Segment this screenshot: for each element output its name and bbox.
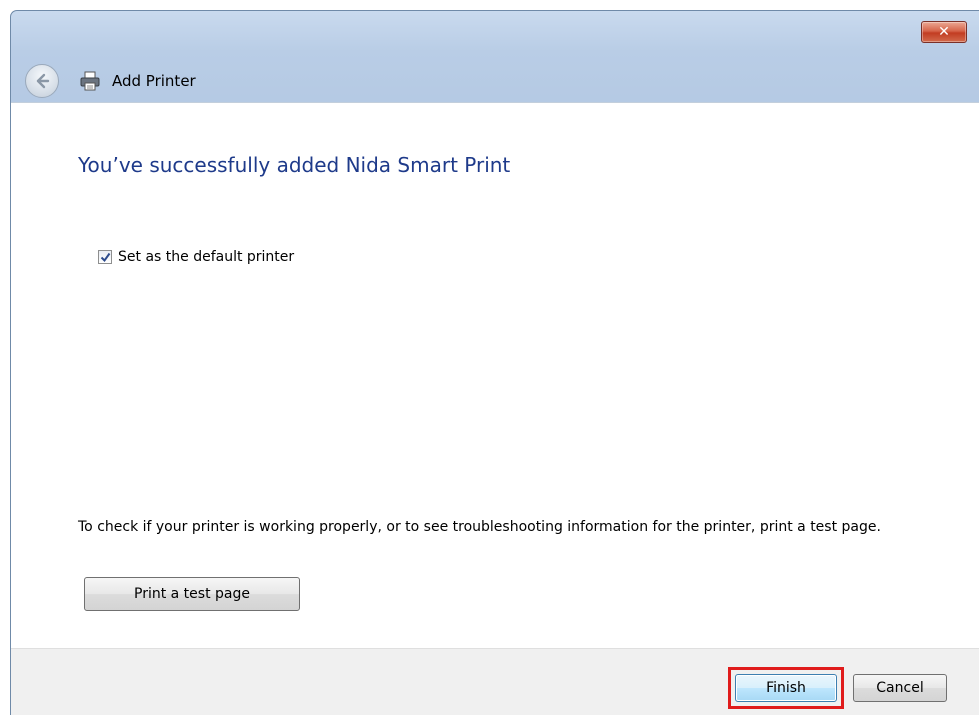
print-test-page-button[interactable]: Print a test page [84,577,300,611]
finish-button[interactable]: Finish [735,674,837,702]
add-printer-window: ✕ Add Printer You’ve successfully added … [10,10,979,715]
window-title: Add Printer [112,72,196,90]
close-icon: ✕ [938,24,950,40]
close-button[interactable]: ✕ [921,21,967,43]
default-printer-option[interactable]: Set as the default printer [98,249,294,265]
checkmark-icon [100,252,110,262]
success-heading: You’ve successfully added Nida Smart Pri… [78,153,511,177]
title-bar: ✕ Add Printer [11,11,979,102]
wizard-content: You’ve successfully added Nida Smart Pri… [11,102,979,648]
default-printer-checkbox[interactable] [98,250,112,264]
cancel-button[interactable]: Cancel [853,674,947,702]
test-page-info: To check if your printer is working prop… [78,519,881,535]
default-printer-label[interactable]: Set as the default printer [118,249,294,265]
wizard-footer: Finish Cancel [11,648,979,715]
back-arrow-icon [36,73,50,89]
printer-icon [80,71,100,91]
back-button[interactable] [25,64,59,98]
